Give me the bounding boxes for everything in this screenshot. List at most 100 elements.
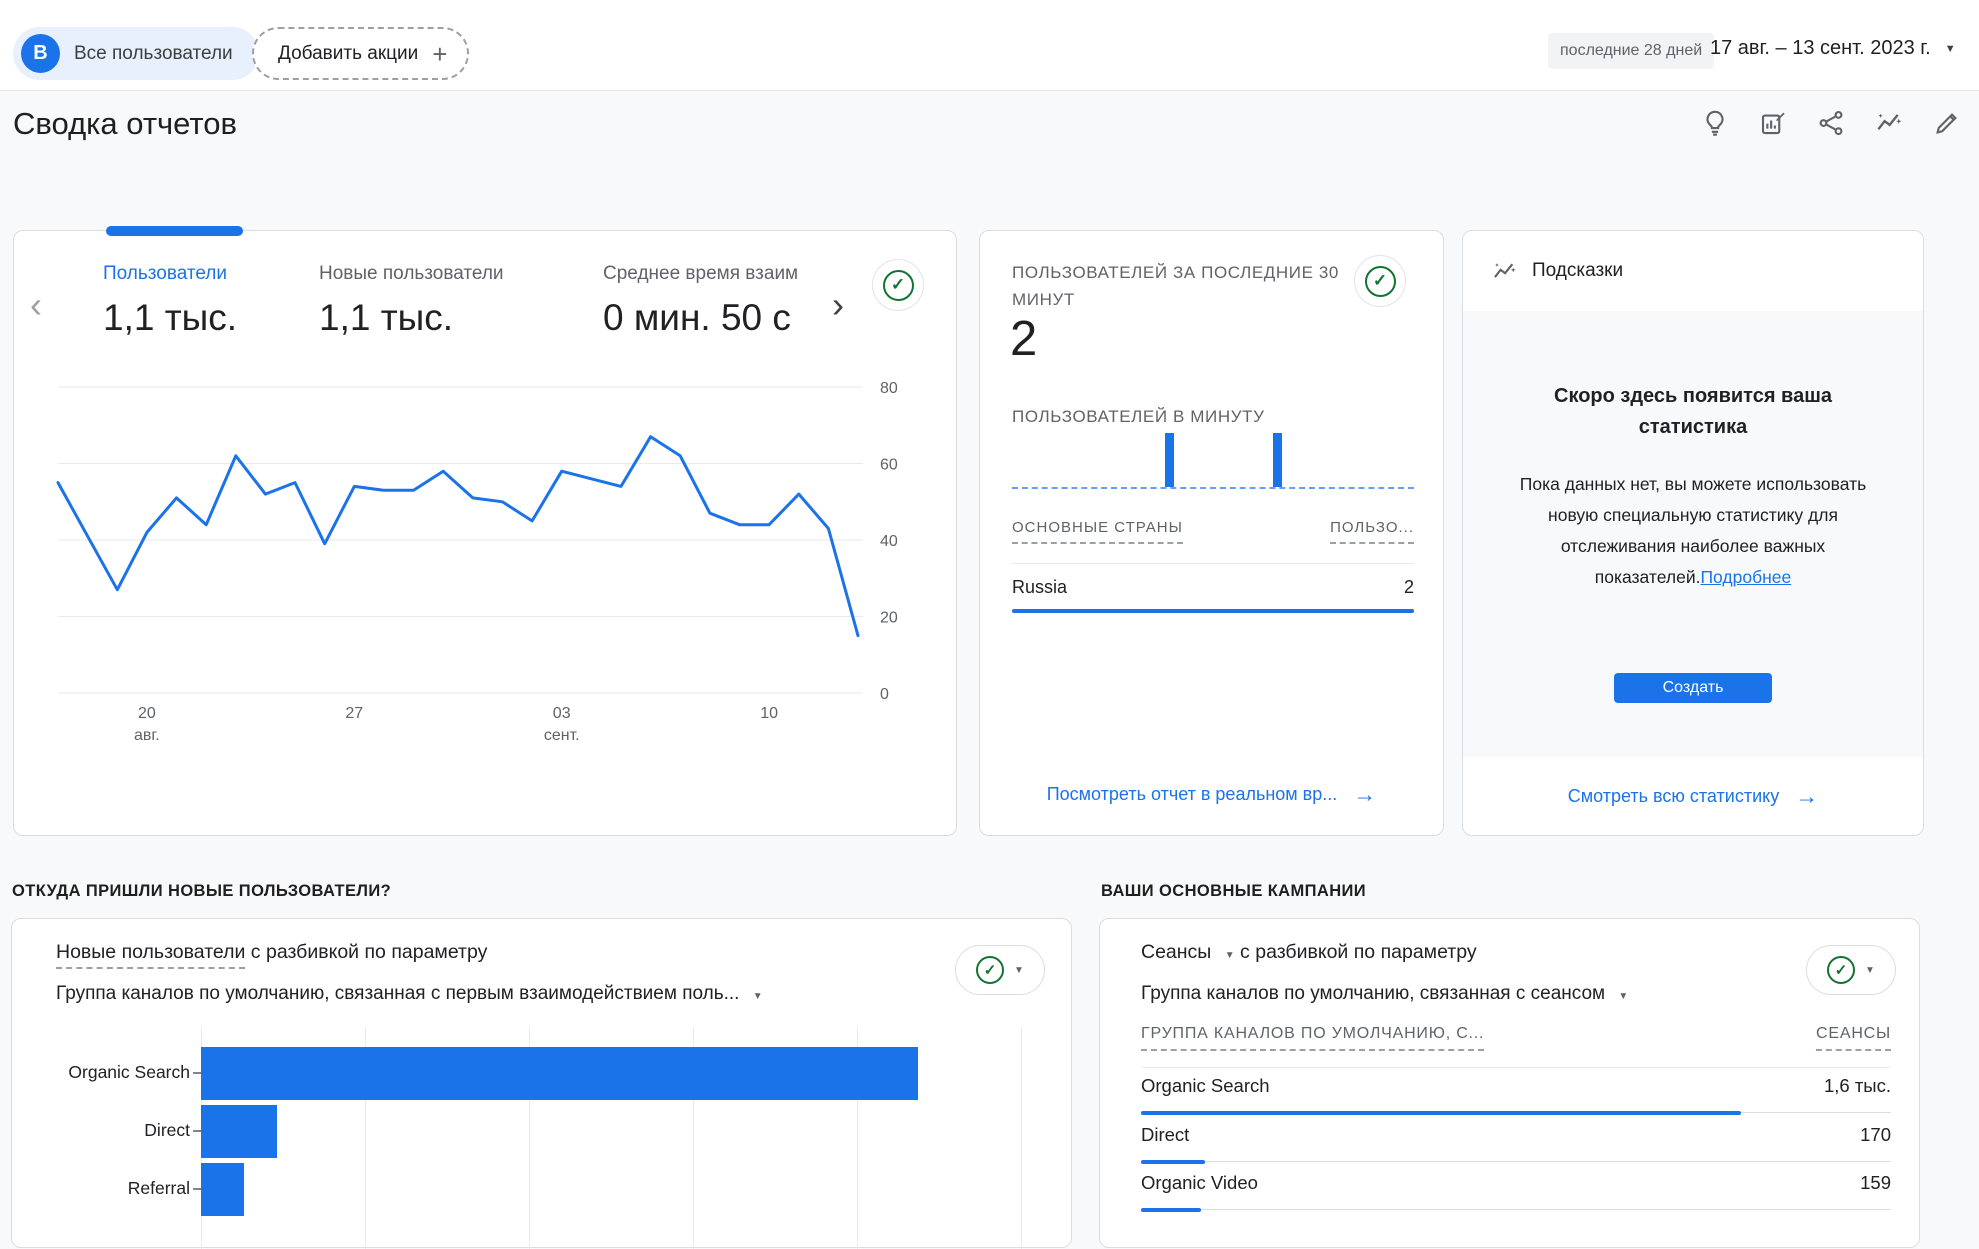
check-icon: ✓ (976, 956, 1004, 984)
chevron-down-icon: ▼ (1865, 965, 1875, 976)
audience-pill-label: Все пользователи (74, 43, 233, 65)
svg-text:20: 20 (880, 610, 898, 627)
column-header-countries[interactable]: ОСНОВНЫЕ СТРАНЫ (1012, 519, 1183, 544)
check-icon: ✓ (883, 270, 914, 301)
column-header-channel-group[interactable]: ГРУППА КАНАЛОВ ПО УМОЛЧАНИЮ, С... (1141, 1025, 1484, 1051)
svg-text:03: 03 (553, 705, 571, 722)
date-range-picker[interactable]: 17 авг. – 13 сент. 2023 г. ▼ (1710, 37, 1956, 60)
learn-more-link[interactable]: Подробнее (1700, 567, 1791, 587)
share-icon[interactable] (1816, 108, 1846, 138)
data-quality-badge[interactable]: ✓ (1354, 255, 1406, 307)
dimension-label: Группа каналов по умолчанию, связанная с… (1141, 983, 1605, 1004)
plus-icon: + (432, 41, 447, 67)
axis-tick (193, 1130, 201, 1132)
insights-description: Пока данных нет, вы можете использовать … (1520, 474, 1866, 587)
minute-bar (1273, 433, 1282, 487)
bar-label-direct: Direct (32, 1120, 190, 1141)
tab-users[interactable]: Пользователи 1,1 тыс. (103, 263, 237, 339)
bar-label-organic-search: Organic Search (32, 1062, 190, 1083)
arrow-right-icon: → (1795, 783, 1818, 810)
campaigns-card: Сеансы ▼ с разбивкой по параметру Группа… (1099, 918, 1920, 1248)
page-title: Сводка отчетов (13, 106, 237, 142)
realtime-title: ПОЛЬЗОВАТЕЛЕЙ ЗА ПОСЛЕДНИЕ 30 МИНУТ (1012, 259, 1360, 313)
realtime-users-value: 2 (1010, 311, 1037, 367)
view-realtime-report-link[interactable]: Посмотреть отчет в реальном вр... → (980, 781, 1443, 808)
top-bar: B Все пользователи Добавить акции + посл… (0, 0, 1979, 91)
gridline (1021, 1027, 1022, 1249)
insights-heading: Скоро здесь появится ваша статистика (1513, 381, 1873, 443)
metrics-scroll-left-button[interactable]: ‹ (30, 287, 42, 323)
tab-avg-engagement-time-label: Среднее время взаим (603, 263, 835, 285)
svg-text:10: 10 (760, 705, 778, 722)
users-per-minute-bar-chart (1012, 433, 1414, 489)
insights-icon[interactable] (1874, 108, 1904, 138)
tab-new-users[interactable]: Новые пользователи 1,1 тыс. (319, 263, 504, 339)
dimension-label: Группа каналов по умолчанию, связанная с… (56, 983, 739, 1004)
table-row: Russia 2 (1012, 577, 1414, 598)
view-all-insights-link[interactable]: Смотреть всю статистику → (1463, 783, 1923, 810)
axis-tick (193, 1188, 201, 1190)
channel-bar (1141, 1111, 1891, 1115)
edit-icon[interactable] (1932, 108, 1962, 138)
table-row: Direct 170 (1141, 1124, 1891, 1146)
bar-Organic Search (201, 1047, 918, 1100)
svg-text:80: 80 (880, 380, 898, 397)
section-title-new-users: ОТКУДА ПРИШЛИ НОВЫЕ ПОЛЬЗОВАТЕЛИ? (12, 882, 391, 901)
data-quality-menu[interactable]: ✓ ▼ (955, 945, 1045, 995)
column-header-users[interactable]: ПОЛЬЗО... (1330, 519, 1414, 544)
view-realtime-report-label: Посмотреть отчет в реальном вр... (1047, 784, 1338, 805)
channel-sessions: 159 (1860, 1172, 1891, 1194)
check-icon: ✓ (1365, 266, 1396, 297)
channel-sessions: 170 (1860, 1124, 1891, 1146)
chevron-down-icon: ▼ (1945, 43, 1956, 55)
country-name: Russia (1012, 577, 1067, 598)
channel-bar (1141, 1208, 1891, 1212)
tab-avg-engagement-time[interactable]: Среднее время взаим 0 мин. 50 с (603, 263, 835, 339)
data-quality-badge[interactable]: ✓ (872, 259, 924, 311)
divider (1012, 563, 1414, 564)
data-quality-menu[interactable]: ✓ ▼ (1806, 945, 1896, 995)
channel-name: Organic Video (1141, 1172, 1258, 1194)
tab-users-label: Пользователи (103, 263, 237, 285)
title-rest: с разбивкой по параметру (1235, 941, 1477, 963)
svg-text:авг.: авг. (134, 727, 160, 744)
users-per-minute-label: ПОЛЬЗОВАТЕЛЕЙ В МИНУТУ (1012, 407, 1265, 427)
table-row: Organic Search 1,6 тыс. (1141, 1075, 1891, 1097)
channel-name: Direct (1141, 1124, 1189, 1146)
customize-report-icon[interactable] (1758, 108, 1788, 138)
add-comparison-label: Добавить акции (278, 43, 418, 65)
add-comparison-button[interactable]: Добавить акции + (252, 27, 469, 80)
svg-text:40: 40 (880, 533, 898, 550)
table-row: Organic Video 159 (1141, 1172, 1891, 1194)
date-period-chip: последние 28 дней (1548, 33, 1714, 69)
svg-text:сент.: сент. (544, 727, 580, 744)
channel-bar (1141, 1160, 1891, 1164)
country-users: 2 (1404, 577, 1414, 598)
svg-text:27: 27 (345, 705, 363, 722)
audience-pill-all-users[interactable]: B Все пользователи (13, 27, 259, 80)
create-insight-button[interactable]: Создать (1614, 673, 1772, 703)
realtime-card: ПОЛЬЗОВАТЕЛЕЙ ЗА ПОСЛЕДНИЕ 30 МИНУТ ✓ 2 … (979, 230, 1444, 836)
bar-Referral (201, 1163, 244, 1216)
tab-new-users-value: 1,1 тыс. (319, 297, 504, 339)
dimension-selector[interactable]: Группа каналов по умолчанию, связанная с… (1141, 983, 1628, 1005)
svg-text:60: 60 (880, 457, 898, 474)
tab-avg-engagement-time-value: 0 мин. 50 с (603, 297, 835, 339)
tab-users-value: 1,1 тыс. (103, 297, 237, 339)
check-icon: ✓ (1827, 956, 1855, 984)
insights-title: Подсказки (1532, 260, 1623, 282)
divider (1141, 1067, 1891, 1068)
metric-selector-sessions[interactable]: Сеансы (1141, 941, 1211, 963)
insights-card: Подсказки Скоро здесь появится ваша стат… (1462, 230, 1924, 836)
arrow-right-icon: → (1353, 781, 1376, 808)
channel-sessions: 1,6 тыс. (1824, 1075, 1891, 1097)
column-header-sessions[interactable]: СЕАНСЫ (1816, 1025, 1891, 1051)
lightbulb-icon[interactable] (1700, 108, 1730, 138)
chevron-down-icon: ▼ (1618, 991, 1628, 1002)
axis-tick (193, 1072, 201, 1074)
active-tab-indicator (106, 226, 243, 236)
title-rest: с разбивкой по параметру (245, 941, 487, 963)
bar-label-referral: Referral (32, 1178, 190, 1199)
metric-selector-new-users[interactable]: Новые пользователи (56, 941, 245, 969)
dimension-selector[interactable]: Группа каналов по умолчанию, связанная с… (56, 983, 763, 1005)
